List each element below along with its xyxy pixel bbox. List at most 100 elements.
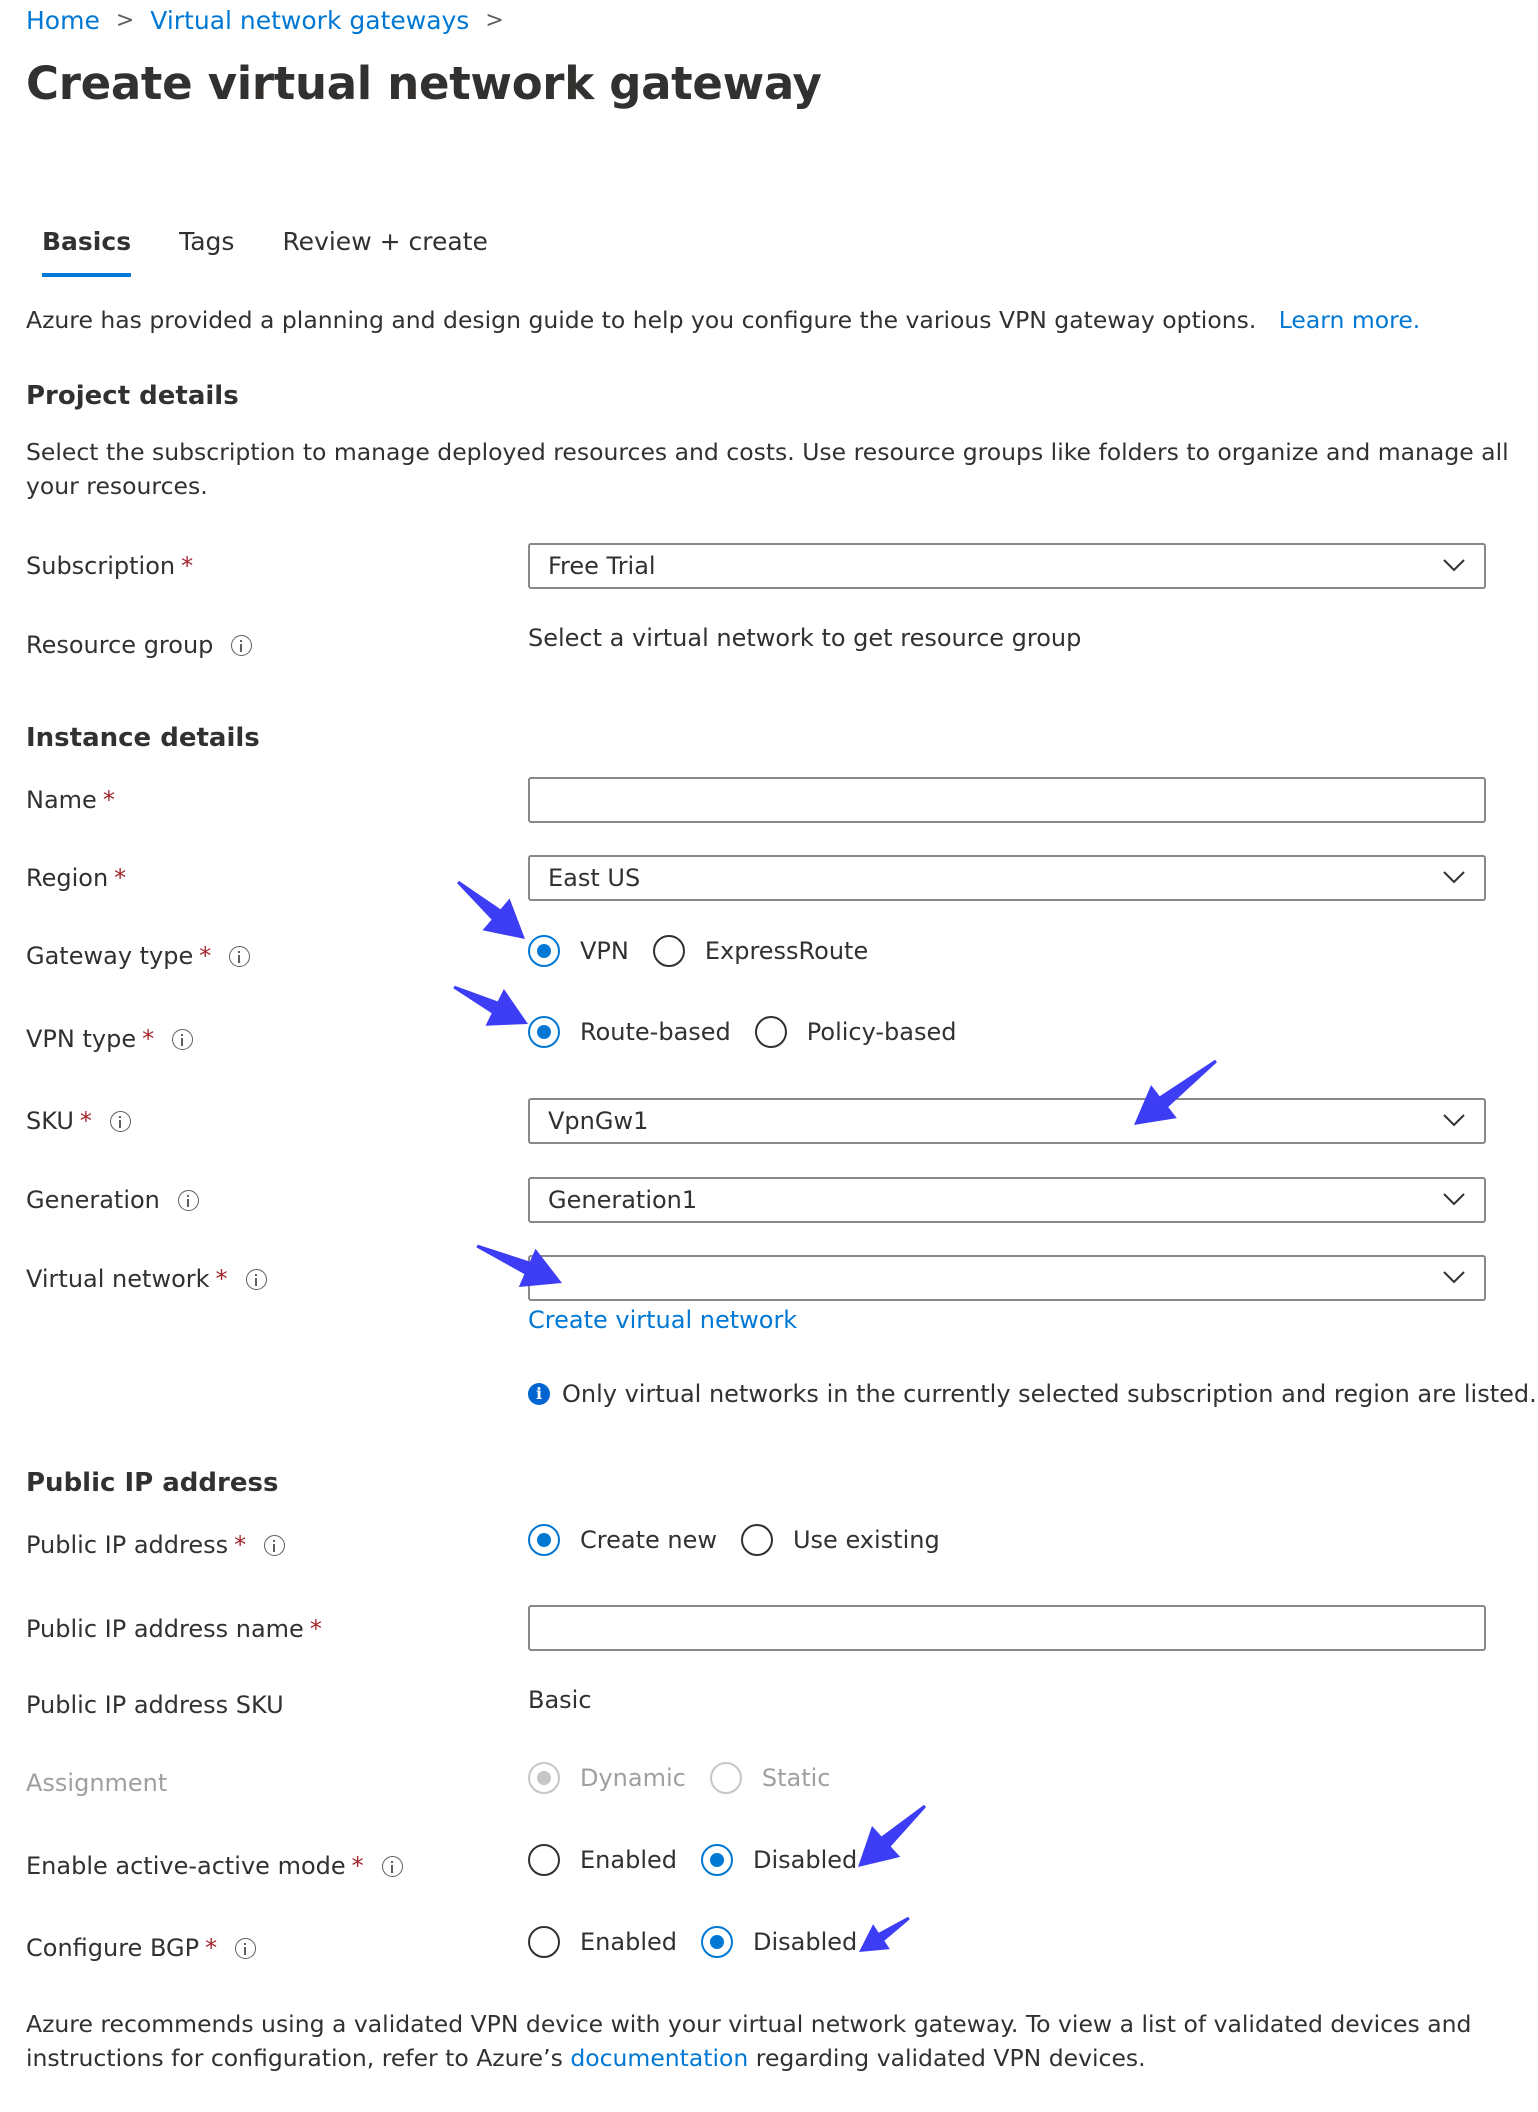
active-active-label-text: Enable active-active mode: [26, 1852, 346, 1880]
region-dropdown[interactable]: East US: [528, 855, 1486, 901]
configure-bgp-label-text: Configure BGP: [26, 1934, 200, 1962]
radio-checked-icon: [700, 1844, 733, 1876]
subscription-dropdown[interactable]: Free Trial: [528, 543, 1486, 589]
active-active-disabled-radio[interactable]: Disabled: [700, 1843, 858, 1877]
bgp-enabled-radio[interactable]: Enabled: [528, 1925, 677, 1959]
vpn-type-policy-based-radio[interactable]: Policy-based: [754, 1015, 957, 1049]
info-icon[interactable]: [231, 634, 253, 656]
radio-unchecked-icon: [709, 1762, 742, 1794]
generation-dropdown[interactable]: Generation1: [528, 1177, 1486, 1223]
create-virtual-network-link[interactable]: Create virtual network: [528, 1304, 797, 1336]
required-asterisk: *: [199, 942, 212, 970]
info-icon[interactable]: [229, 945, 251, 967]
breadcrumb-virtual-network-gateways[interactable]: Virtual network gateways: [150, 6, 469, 36]
configure-bgp-radio-group: Enabled Disabled: [528, 1925, 881, 1959]
radio-label: Static: [761, 1764, 831, 1792]
chevron-right-icon: >: [115, 8, 135, 33]
vpn-type-label: VPN type *: [26, 1023, 194, 1055]
radio-unchecked-icon: [740, 1524, 773, 1556]
sku-dropdown[interactable]: VpnGw1: [528, 1098, 1486, 1144]
generation-value: Generation1: [548, 1186, 698, 1214]
name-input[interactable]: [528, 777, 1486, 823]
public-ip-name-input[interactable]: [528, 1605, 1486, 1651]
chevron-down-icon: [1443, 1193, 1465, 1206]
assignment-radio-group: Dynamic Static: [528, 1761, 854, 1795]
radio-unchecked-icon: [528, 1844, 560, 1876]
tab-review-create[interactable]: Review + create: [282, 226, 487, 258]
public-ip-sku-value: Basic: [528, 1686, 592, 1714]
public-ip-use-existing-radio[interactable]: Use existing: [740, 1523, 940, 1557]
active-active-enabled-radio[interactable]: Enabled: [528, 1843, 677, 1877]
assignment-label-text: Assignment: [26, 1769, 168, 1797]
resource-group-label: Resource group: [26, 629, 253, 661]
page-title: Create virtual network gateway: [26, 57, 822, 110]
info-note-text: Only virtual networks in the currently s…: [562, 1380, 1537, 1408]
gateway-type-expressroute-radio[interactable]: ExpressRoute: [652, 934, 869, 968]
radio-label: Disabled: [752, 1846, 858, 1874]
assignment-label: Assignment: [26, 1767, 167, 1799]
gateway-type-label: Gateway type *: [26, 940, 251, 972]
radio-checked-icon: [528, 1762, 560, 1794]
vpn-type-label-text: VPN type: [26, 1025, 137, 1053]
required-asterisk: *: [205, 1934, 218, 1962]
learn-more-link[interactable]: Learn more.: [1279, 306, 1421, 334]
region-label: Region *: [26, 862, 126, 894]
required-asterisk: *: [114, 864, 127, 892]
info-icon[interactable]: [264, 1534, 286, 1556]
tab-bar: Basics Tags Review + create: [42, 226, 536, 277]
footer-text-prefix: instructions for configuration, refer to…: [26, 2044, 563, 2072]
active-active-radio-group: Enabled Disabled: [528, 1843, 881, 1877]
breadcrumb: Home > Virtual network gateways >: [26, 6, 520, 36]
generation-label: Generation: [26, 1184, 199, 1216]
radio-label: Policy-based: [806, 1018, 957, 1046]
intro-description: Azure has provided a planning and design…: [26, 306, 1257, 334]
info-icon[interactable]: [177, 1189, 199, 1211]
info-icon[interactable]: [172, 1028, 194, 1050]
project-details-description-line2: your resources.: [26, 472, 208, 500]
documentation-link[interactable]: documentation: [570, 2044, 748, 2072]
info-icon[interactable]: [381, 1855, 403, 1877]
gateway-type-vpn-radio[interactable]: VPN: [528, 934, 629, 968]
annotation-arrow-vpn-type: [453, 985, 528, 1026]
required-asterisk: *: [215, 1265, 228, 1293]
public-ip-address-radio-group: Create new Use existing: [528, 1523, 964, 1557]
public-ip-create-new-radio[interactable]: Create new: [528, 1523, 717, 1557]
required-asterisk: *: [351, 1852, 364, 1880]
chevron-right-icon: >: [485, 8, 504, 33]
gateway-type-radio-group: VPN ExpressRoute: [528, 934, 892, 968]
sku-label: SKU *: [26, 1105, 131, 1137]
vpn-type-route-based-radio[interactable]: Route-based: [528, 1015, 731, 1049]
info-icon[interactable]: [235, 1937, 257, 1959]
project-details-description-line1: Select the subscription to manage deploy…: [26, 438, 1509, 466]
gateway-type-label-text: Gateway type: [26, 942, 194, 970]
active-active-label: Enable active-active mode *: [26, 1850, 403, 1882]
info-icon[interactable]: [109, 1110, 131, 1132]
breadcrumb-home[interactable]: Home: [26, 6, 100, 36]
assignment-dynamic-radio: Dynamic: [528, 1761, 686, 1795]
public-ip-address-label-text: Public IP address: [26, 1531, 229, 1559]
radio-label: ExpressRoute: [704, 937, 869, 965]
tab-basics[interactable]: Basics: [42, 226, 132, 277]
radio-label: Enabled: [580, 1846, 677, 1874]
info-icon[interactable]: [245, 1268, 267, 1290]
subscription-value: Free Trial: [548, 552, 656, 580]
vpn-type-radio-group: Route-based Policy-based: [528, 1015, 981, 1049]
public-ip-heading: Public IP address: [26, 1468, 279, 1498]
subscription-label: Subscription *: [26, 550, 193, 582]
project-details-heading: Project details: [26, 381, 239, 411]
bgp-disabled-radio[interactable]: Disabled: [700, 1925, 858, 1959]
required-asterisk: *: [102, 786, 115, 814]
region-value: East US: [548, 864, 641, 892]
virtual-network-dropdown[interactable]: [528, 1255, 1486, 1301]
instance-details-heading: Instance details: [26, 723, 260, 753]
sku-label-text: SKU: [26, 1107, 74, 1135]
radio-label: Route-based: [580, 1018, 731, 1046]
intro-text: Azure has provided a planning and design…: [26, 304, 1420, 337]
info-filled-icon: i: [528, 1383, 550, 1405]
footer-text-line1: Azure recommends using a validated VPN d…: [26, 2010, 1472, 2038]
radio-label: VPN: [580, 937, 629, 965]
virtual-network-label: Virtual network *: [26, 1263, 267, 1295]
tab-tags[interactable]: Tags: [179, 226, 234, 258]
radio-label: Disabled: [752, 1928, 858, 1956]
region-label-text: Region: [26, 864, 109, 892]
